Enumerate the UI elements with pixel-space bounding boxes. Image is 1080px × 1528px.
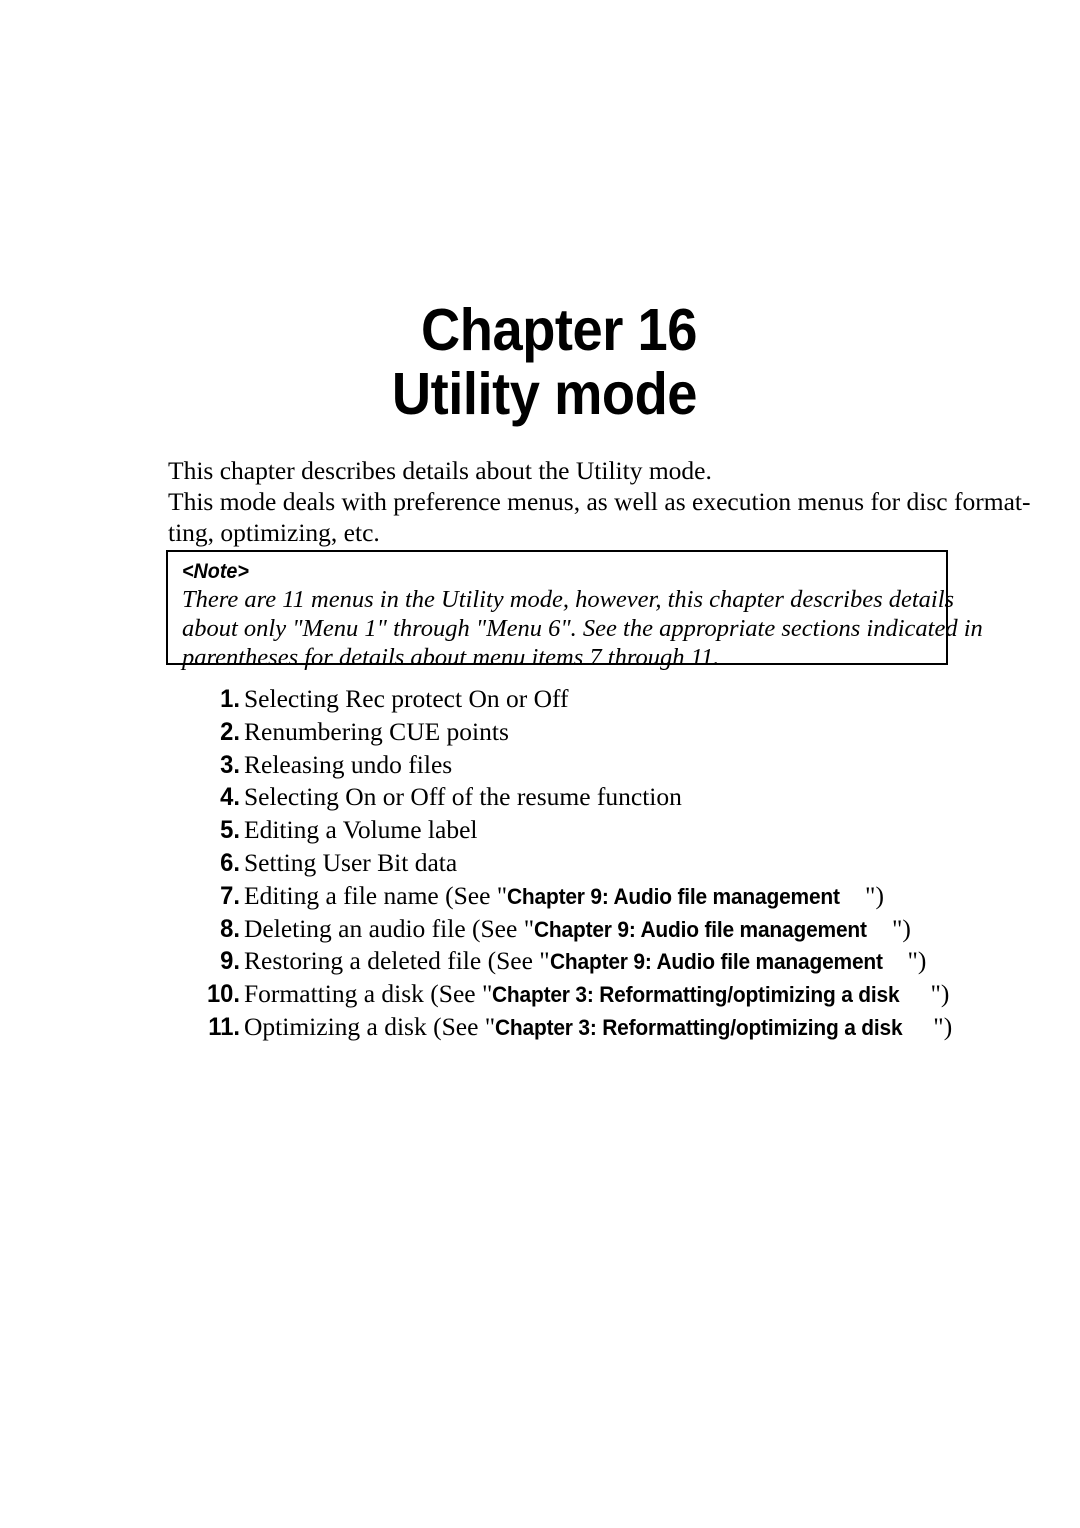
list-item-label: Releasing undo files (244, 749, 453, 779)
list-item-text: Deleting an audio file (See "Chapter 9: … (240, 914, 911, 944)
list-item-number: 7. (220, 881, 240, 910)
list-item-number: 3. (220, 750, 240, 779)
list-item: 11. Optimizing a disk (See "Chapter 3: R… (168, 1012, 958, 1045)
list-item: 8. Deleting an audio file (See "Chapter … (168, 914, 958, 947)
list-item-label: Formatting a disk (See " (244, 979, 493, 1009)
list-item-label: Selecting On or Off of the resume functi… (244, 782, 682, 812)
list-item-text: Formatting a disk (See "Chapter 3: Refor… (240, 979, 949, 1009)
note-body-line-1: There are 11 menus in the Utility mode, … (182, 586, 955, 613)
note-body-line-3: parentheses for details about menu items… (182, 644, 720, 671)
note-heading: <Note> (182, 560, 249, 583)
chapter-title-line-2: Utility mode (391, 361, 698, 427)
list-item-label: Setting User Bit data (244, 847, 458, 877)
list-item-text: Optimizing a disk (See "Chapter 3: Refor… (240, 1012, 952, 1042)
list-item: 3. Releasing undo files (168, 750, 958, 783)
list-item-label: Restoring a deleted file (See " (244, 946, 550, 976)
list-item-text: Restoring a deleted file (See "Chapter 9… (240, 946, 926, 976)
list-item-text: Editing a file name (See "Chapter 9: Aud… (240, 881, 884, 911)
list-item-text: Selecting On or Off of the resume functi… (240, 782, 682, 812)
chapter-title: Chapter 16 Utility mode (0, 297, 698, 427)
list-item-label-suffix: ") (891, 913, 911, 943)
cross-reference: Chapter 9: Audio file management (507, 883, 840, 909)
list-item-number: 5. (220, 816, 240, 845)
intro-line-3: ting, optimizing, etc. (168, 518, 380, 547)
list-item: 9. Restoring a deleted file (See "Chapte… (168, 946, 958, 979)
list-item-label: Selecting Rec protect On or Off (244, 684, 569, 713)
cross-reference: Chapter 9: Audio file management (534, 916, 867, 942)
list-item-text: Releasing undo files (240, 750, 452, 780)
list-item: 10. Formatting a disk (See "Chapter 3: R… (168, 979, 958, 1012)
list-item-label-suffix: ") (933, 1011, 953, 1041)
intro-line-1: This chapter describes details about the… (168, 456, 712, 485)
list-item-label-suffix: ") (930, 979, 950, 1009)
chapter-title-line-1: Chapter 16 (421, 297, 697, 363)
list-item-number: 2. (220, 717, 240, 746)
list-item-number: 10. (206, 980, 240, 1009)
list-item-label: Deleting an audio file (See " (244, 913, 535, 943)
list-item: 1. Selecting Rec protect On or Off (168, 684, 958, 717)
list-item-number: 8. (220, 914, 240, 943)
list-item: 6. Setting User Bit data (168, 848, 958, 881)
note-body: There are 11 menus in the Utility mode, … (182, 585, 983, 672)
document-page: Chapter 16 Utility mode This chapter des… (0, 0, 1080, 1528)
list-item-text: Editing a Volume label (240, 815, 477, 845)
list-item-label: Renumbering CUE points (244, 716, 509, 746)
list-item-label: Editing a Volume label (244, 815, 478, 845)
list-item-number: 9. (220, 947, 240, 976)
list-item-number: 11. (208, 1012, 240, 1041)
list-item-number: 4. (220, 783, 240, 812)
cross-reference: Chapter 3: Reformatting/optimizing a dis… (495, 1014, 903, 1040)
note-box: <Note> There are 11 menus in the Utility… (166, 550, 983, 671)
list-item: 2. Renumbering CUE points (168, 717, 958, 750)
list-item-number: 1. (220, 685, 240, 713)
list-item: 5. Editing a Volume label (168, 815, 958, 848)
list-item-label-suffix: ") (865, 880, 884, 910)
list-item-text: Setting User Bit data (240, 848, 457, 878)
list-item-number: 6. (220, 848, 240, 877)
cross-reference: Chapter 9: Audio file management (549, 949, 883, 975)
intro-line-2: This mode deals with preference menus, a… (168, 487, 1031, 516)
list-item: 4. Selecting On or Off of the resume fun… (168, 782, 958, 815)
list-item: 7. Editing a file name (See "Chapter 9: … (168, 881, 958, 914)
list-item-label-suffix: ") (907, 946, 927, 976)
note-body-line-2: about only "Menu 1" through "Menu 6". Se… (182, 615, 983, 642)
intro-paragraph: This chapter describes details about the… (168, 455, 1030, 548)
cross-reference: Chapter 3: Reformatting/optimizing a dis… (492, 982, 900, 1008)
menu-list: 1. Selecting Rec protect On or Off 2. Re… (168, 684, 958, 1045)
list-item-label: Optimizing a disk (See " (244, 1011, 496, 1041)
list-item-text: Selecting Rec protect On or Off (240, 684, 569, 714)
list-item-label: Editing a file name (See " (244, 880, 508, 910)
list-item-text: Renumbering CUE points (240, 717, 509, 747)
